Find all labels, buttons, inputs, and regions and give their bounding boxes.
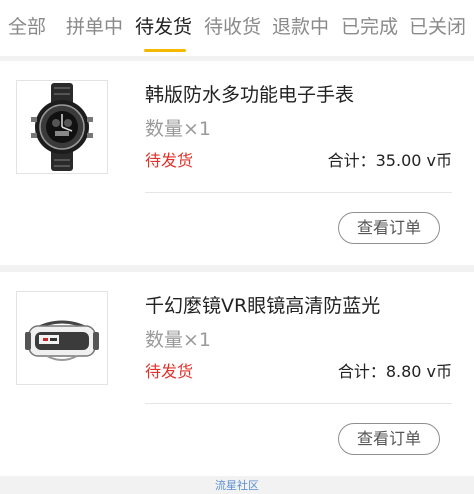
divider bbox=[145, 403, 452, 404]
tab-awaiting-shipment[interactable]: 待发货 bbox=[135, 12, 192, 42]
footer-link[interactable]: 流星社区 bbox=[0, 478, 474, 494]
product-title[interactable]: 韩版防水多功能电子手表 bbox=[145, 80, 354, 107]
sport-watch-image bbox=[17, 81, 107, 173]
tab-refunding[interactable]: 退款中 bbox=[272, 12, 329, 42]
order-status: 待发货 bbox=[145, 362, 194, 381]
order-status-tabs: 全部 拼单中 待发货 待收货 退款中 已完成 已关闭 bbox=[0, 0, 474, 56]
order-total: 合计：8.80 v币 bbox=[337, 362, 452, 381]
product-quantity: 数量×1 bbox=[145, 118, 212, 140]
tab-closed[interactable]: 已关闭 bbox=[409, 12, 466, 42]
order-card: 韩版防水多功能电子手表 数量×1 待发货 合计：35.00 v币 查看订单 bbox=[0, 61, 474, 265]
order-card: 千幻麼镜VR眼镜高清防蓝光 数量×1 待发货 合计：8.80 v币 查看订单 bbox=[0, 272, 474, 476]
view-order-button[interactable]: 查看订单 bbox=[338, 423, 440, 455]
tab-group-buying[interactable]: 拼单中 bbox=[66, 12, 123, 42]
divider bbox=[145, 192, 452, 193]
tab-all[interactable]: 全部 bbox=[8, 12, 46, 42]
vr-headset-image bbox=[17, 292, 107, 384]
tab-awaiting-receipt[interactable]: 待收货 bbox=[204, 12, 261, 42]
product-quantity: 数量×1 bbox=[145, 329, 212, 351]
order-status: 待发货 bbox=[145, 151, 194, 170]
product-image[interactable] bbox=[16, 80, 108, 174]
tab-completed[interactable]: 已完成 bbox=[341, 12, 398, 42]
active-tab-indicator bbox=[144, 49, 186, 52]
order-total: 合计：35.00 v币 bbox=[327, 151, 452, 170]
view-order-button[interactable]: 查看订单 bbox=[338, 212, 440, 244]
product-image[interactable] bbox=[16, 291, 108, 385]
product-title[interactable]: 千幻麼镜VR眼镜高清防蓝光 bbox=[145, 291, 380, 318]
